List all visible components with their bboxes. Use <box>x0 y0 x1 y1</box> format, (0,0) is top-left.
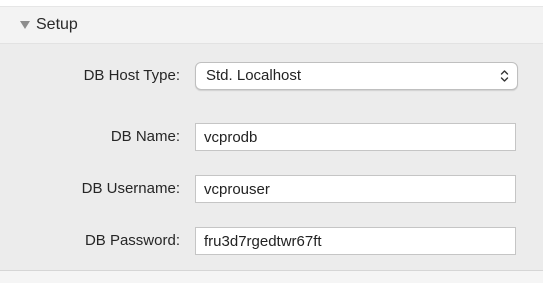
host-type-label: DB Host Type: <box>83 67 180 84</box>
db-password-row: DB Password: <box>0 226 543 256</box>
setup-panel: Setup DB Host Type: Std. Localhost DB Na… <box>0 0 543 283</box>
db-name-input[interactable] <box>195 123 516 151</box>
section-title: Setup <box>36 16 78 33</box>
db-username-input[interactable] <box>195 175 516 203</box>
section-body: DB Host Type: Std. Localhost DB Name: DB… <box>0 44 543 270</box>
db-username-label: DB Username: <box>81 180 180 197</box>
db-password-label: DB Password: <box>84 232 180 249</box>
db-name-row: DB Name: <box>0 122 543 152</box>
host-type-row: DB Host Type: Std. Localhost <box>0 61 543 91</box>
section-header-setup[interactable]: Setup <box>0 6 543 44</box>
db-password-input[interactable] <box>195 227 516 255</box>
triangle-down-icon[interactable] <box>20 21 30 29</box>
db-name-label: DB Name: <box>110 128 180 145</box>
host-type-select[interactable]: Std. Localhost <box>195 62 518 90</box>
host-type-value: Std. Localhost <box>206 67 302 84</box>
db-username-row: DB Username: <box>0 174 543 204</box>
up-down-chevron-icon <box>500 70 509 82</box>
bottom-strip <box>0 271 543 283</box>
